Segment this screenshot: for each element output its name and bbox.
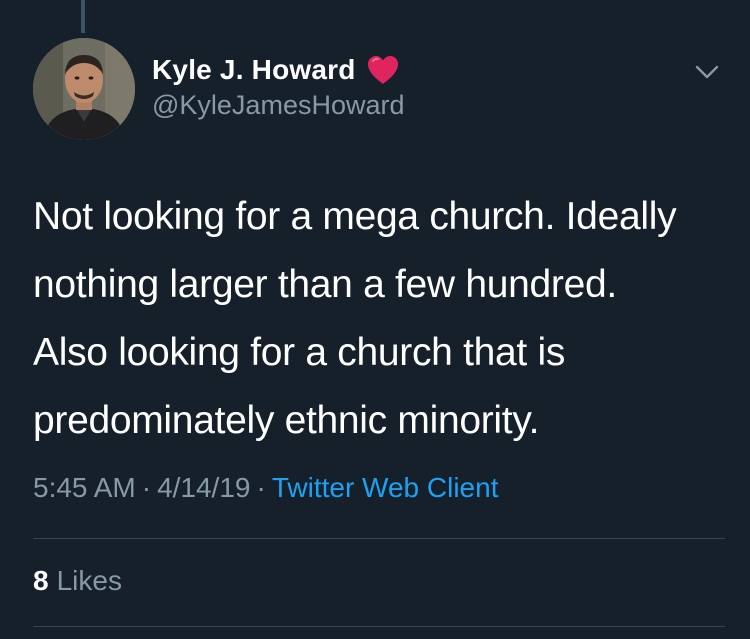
likes-stat[interactable]: 8 Likes (33, 565, 122, 597)
likes-label: Likes (56, 565, 122, 596)
tweet-metadata: 5:45 AM · 4/14/19 · Twitter Web Client (33, 472, 498, 504)
thread-connector-line (81, 0, 85, 33)
user-handle[interactable]: @KyleJamesHoward (152, 90, 405, 121)
tweet-text-line: nothing larger than a few hundred. (33, 263, 617, 306)
likes-count: 8 (33, 565, 49, 596)
meta-separator: · (256, 472, 266, 503)
divider (33, 626, 725, 627)
avatar-image (33, 38, 135, 140)
tweet-client-link[interactable]: Twitter Web Client (272, 472, 499, 503)
chevron-down-icon[interactable] (693, 62, 721, 82)
tweet-header: Kyle J. Howard @KyleJamesHoward (152, 52, 405, 121)
divider (33, 538, 725, 539)
tweet-text-line: predominately ethnic minority. (33, 399, 540, 442)
tweet-time[interactable]: 5:45 AM (33, 472, 136, 503)
tweet-text-line: Also looking for a church that is (33, 331, 566, 374)
avatar[interactable] (33, 38, 135, 140)
tweet-date[interactable]: 4/14/19 (157, 472, 250, 503)
meta-separator: · (141, 472, 152, 503)
display-name[interactable]: Kyle J. Howard (152, 54, 356, 86)
tweet-detail: Kyle J. Howard @KyleJamesHoward Not look… (0, 0, 750, 639)
tweet-text-line: Not looking for a mega church. Ideally (33, 195, 677, 238)
tweet-text: Not looking for a mega church. Ideally n… (33, 183, 723, 455)
name-row: Kyle J. Howard (152, 52, 405, 88)
heart-icon (367, 56, 398, 84)
